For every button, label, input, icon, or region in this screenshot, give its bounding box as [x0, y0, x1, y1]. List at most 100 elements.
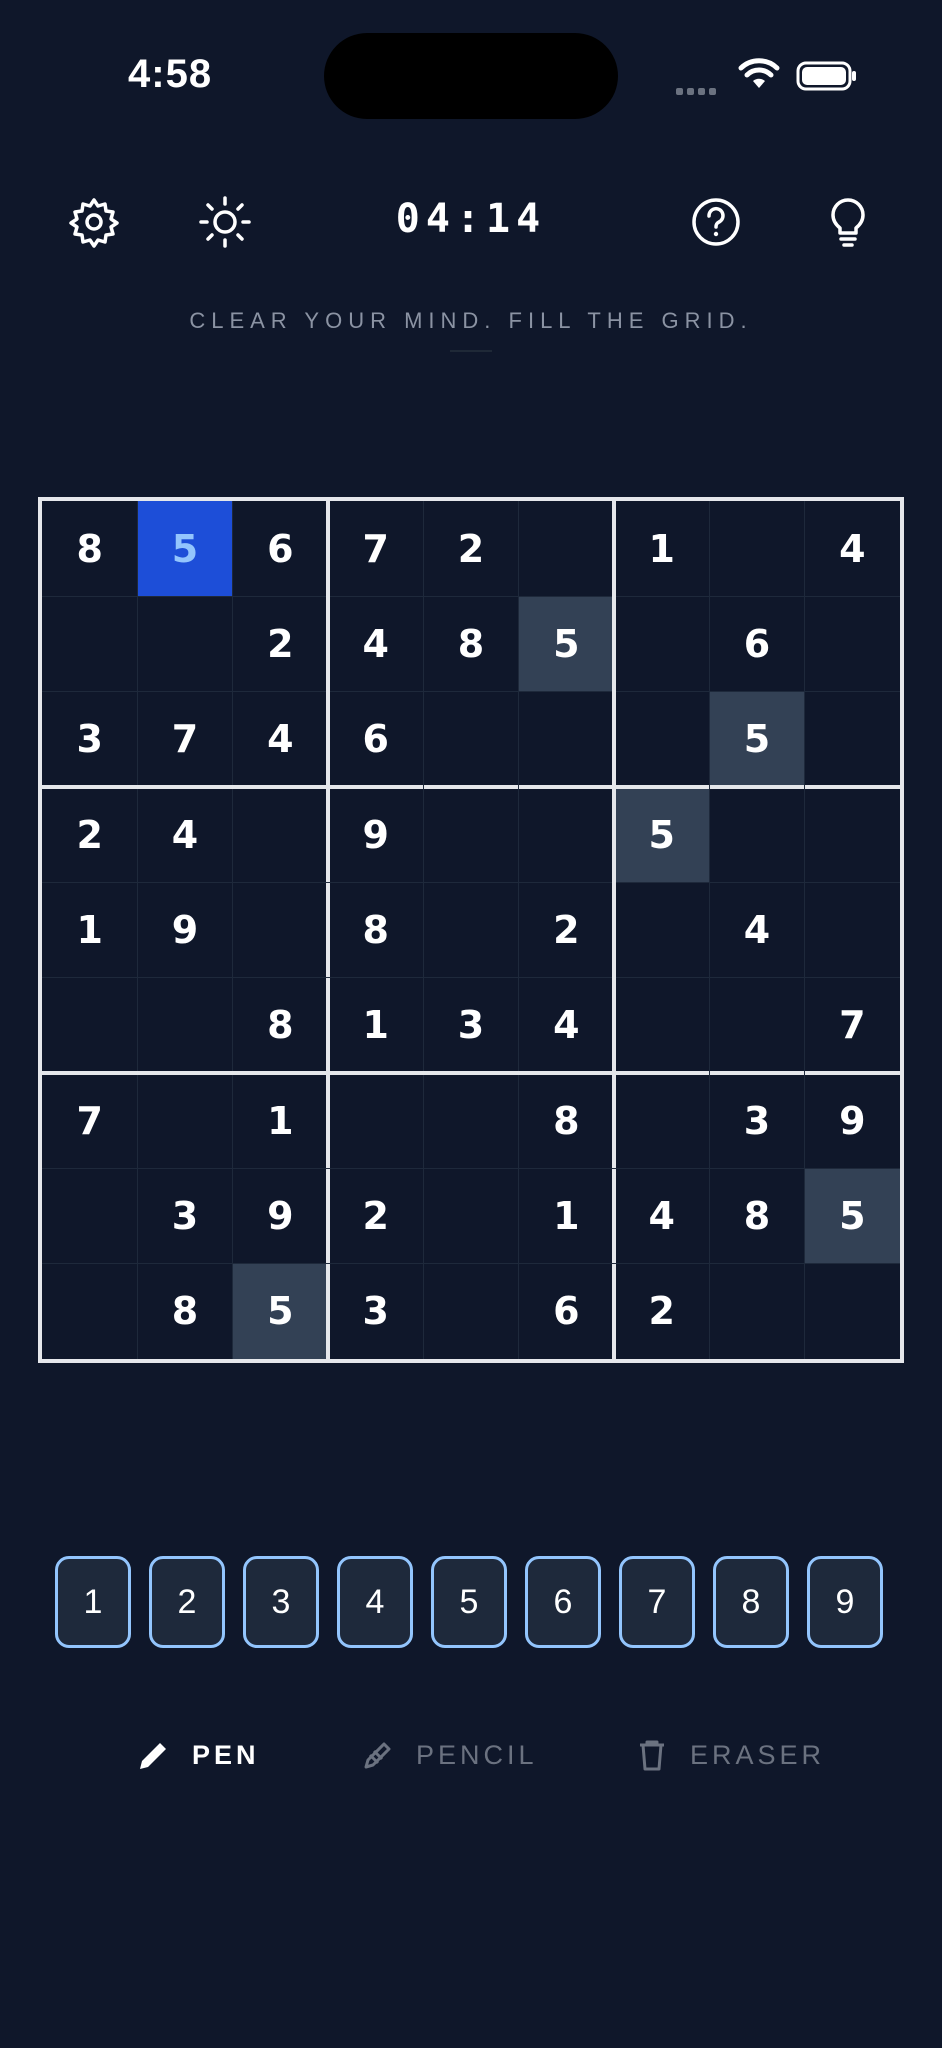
sudoku-cell-r3c3[interactable]: 4: [233, 692, 328, 787]
sudoku-cell-r7c1[interactable]: 7: [42, 1073, 137, 1168]
sudoku-cell-r7c5[interactable]: [423, 1073, 518, 1168]
sudoku-cell-r2c4[interactable]: 4: [328, 596, 423, 691]
eraser-tool-label: ERASER: [690, 1739, 826, 1770]
sudoku-cell-r1c3[interactable]: 6: [233, 501, 328, 596]
sudoku-cell-r8c8[interactable]: 8: [709, 1168, 804, 1263]
sudoku-cell-r1c1[interactable]: 8: [42, 501, 137, 596]
sudoku-cell-r2c9[interactable]: [805, 596, 900, 691]
sudoku-cell-r7c4[interactable]: [328, 1073, 423, 1168]
number-button-9[interactable]: 9: [807, 1556, 883, 1648]
sudoku-cell-r3c5[interactable]: [423, 692, 518, 787]
sudoku-cell-r5c9[interactable]: [805, 882, 900, 977]
pencil-tool-button[interactable]: PENCIL: [360, 1730, 538, 1780]
sudoku-cell-r5c6[interactable]: 2: [519, 882, 614, 977]
sudoku-cell-r6c7[interactable]: [614, 978, 709, 1073]
sudoku-cell-r4c8[interactable]: [709, 787, 804, 882]
sudoku-cell-r2c2[interactable]: [137, 596, 232, 691]
sudoku-cell-r9c8[interactable]: [709, 1264, 804, 1359]
number-button-8[interactable]: 8: [713, 1556, 789, 1648]
sudoku-cell-r3c8[interactable]: 5: [709, 691, 805, 787]
sudoku-cell-r4c5[interactable]: [423, 787, 518, 882]
sudoku-cell-r5c2[interactable]: 9: [137, 882, 232, 977]
sudoku-cell-r4c9[interactable]: [805, 787, 900, 882]
sudoku-cell-r5c7[interactable]: [614, 882, 709, 977]
sudoku-cell-r4c4[interactable]: 9: [328, 787, 423, 882]
sudoku-cell-r4c1[interactable]: 2: [42, 787, 137, 882]
grid-line-horizontal: [42, 881, 900, 883]
sudoku-cell-r6c3[interactable]: 8: [233, 978, 328, 1073]
sudoku-cell-r6c9[interactable]: 7: [805, 978, 900, 1073]
sudoku-cell-r9c2[interactable]: 8: [137, 1264, 232, 1359]
sudoku-cell-r2c3[interactable]: 2: [233, 596, 328, 691]
sudoku-cell-r2c7[interactable]: [614, 596, 709, 691]
sudoku-cell-r3c9[interactable]: [805, 692, 900, 787]
sudoku-cell-r5c1[interactable]: 1: [42, 882, 137, 977]
sudoku-cell-r5c4[interactable]: 8: [328, 882, 423, 977]
sudoku-cell-r1c9[interactable]: 4: [805, 501, 900, 596]
sudoku-cell-r8c1[interactable]: [42, 1168, 137, 1263]
sudoku-cell-r1c7[interactable]: 1: [614, 501, 709, 596]
sudoku-cell-r2c5[interactable]: 8: [423, 596, 518, 691]
sudoku-cell-r7c7[interactable]: [614, 1073, 709, 1168]
number-button-4[interactable]: 4: [337, 1556, 413, 1648]
sudoku-cell-r2c8[interactable]: 6: [709, 596, 804, 691]
sudoku-cell-r8c2[interactable]: 3: [137, 1168, 232, 1263]
eraser-tool-button[interactable]: ERASER: [634, 1730, 825, 1780]
sudoku-cell-r8c9[interactable]: 5: [804, 1168, 900, 1264]
sudoku-cell-r7c2[interactable]: [137, 1073, 232, 1168]
sudoku-cell-r5c5[interactable]: [423, 882, 518, 977]
sudoku-cell-r9c6[interactable]: 6: [519, 1264, 614, 1359]
number-button-2[interactable]: 2: [149, 1556, 225, 1648]
sudoku-cell-r4c3[interactable]: [233, 787, 328, 882]
sudoku-cell-r9c5[interactable]: [423, 1264, 518, 1359]
sudoku-cell-r3c7[interactable]: [614, 692, 709, 787]
lightbulb-icon[interactable]: [820, 194, 876, 250]
sudoku-cell-r4c7[interactable]: 5: [614, 787, 710, 883]
number-button-3[interactable]: 3: [243, 1556, 319, 1648]
grid-line-horizontal: [42, 1263, 900, 1265]
sudoku-cell-r5c3[interactable]: [233, 882, 328, 977]
sudoku-cell-r9c9[interactable]: [805, 1264, 900, 1359]
sudoku-cell-r6c5[interactable]: 3: [423, 978, 518, 1073]
sudoku-cell-r8c3[interactable]: 9: [233, 1168, 328, 1263]
sudoku-cell-r1c8[interactable]: [709, 501, 804, 596]
sudoku-cell-r1c4[interactable]: 7: [328, 501, 423, 596]
sudoku-cell-r2c1[interactable]: [42, 596, 137, 691]
number-button-6[interactable]: 6: [525, 1556, 601, 1648]
number-button-7[interactable]: 7: [619, 1556, 695, 1648]
sudoku-cell-r3c1[interactable]: 3: [42, 692, 137, 787]
number-button-1[interactable]: 1: [55, 1556, 131, 1648]
sudoku-cell-r3c6[interactable]: [519, 692, 614, 787]
sudoku-cell-r8c7[interactable]: 4: [614, 1168, 709, 1263]
grid-line-vertical: [422, 501, 424, 1359]
sudoku-cell-r7c6[interactable]: 8: [519, 1073, 614, 1168]
sudoku-cell-r6c4[interactable]: 1: [328, 978, 423, 1073]
sudoku-cell-r6c2[interactable]: [137, 978, 232, 1073]
pen-tool-button[interactable]: PEN: [136, 1730, 260, 1780]
sudoku-cell-r9c7[interactable]: 2: [614, 1264, 709, 1359]
sudoku-cell-r9c3[interactable]: 5: [232, 1263, 328, 1359]
sudoku-cell-r9c4[interactable]: 3: [328, 1264, 423, 1359]
sudoku-cell-r7c8[interactable]: 3: [709, 1073, 804, 1168]
sudoku-cell-r5c8[interactable]: 4: [709, 882, 804, 977]
sudoku-cell-r6c6[interactable]: 4: [519, 978, 614, 1073]
number-button-5[interactable]: 5: [431, 1556, 507, 1648]
sudoku-cell-r4c6[interactable]: [519, 787, 614, 882]
wifi-icon: [738, 58, 780, 88]
sudoku-cell-r6c8[interactable]: [709, 978, 804, 1073]
sudoku-cell-r9c1[interactable]: [42, 1264, 137, 1359]
sudoku-cell-r6c1[interactable]: [42, 978, 137, 1073]
sudoku-cell-r7c9[interactable]: 9: [805, 1073, 900, 1168]
sudoku-cell-r1c2[interactable]: 5: [137, 501, 233, 597]
sudoku-cell-r4c2[interactable]: 4: [137, 787, 232, 882]
sudoku-cell-r8c4[interactable]: 2: [328, 1168, 423, 1263]
sudoku-cell-r3c2[interactable]: 7: [137, 692, 232, 787]
sudoku-cell-r1c5[interactable]: 2: [423, 501, 518, 596]
sudoku-cell-r7c3[interactable]: 1: [233, 1073, 328, 1168]
sudoku-cell-r1c6[interactable]: [519, 501, 614, 596]
help-icon[interactable]: [688, 194, 744, 250]
sudoku-cell-r3c4[interactable]: 6: [328, 692, 423, 787]
sudoku-cell-r2c6[interactable]: 5: [518, 596, 614, 692]
sudoku-cell-r8c5[interactable]: [423, 1168, 518, 1263]
sudoku-cell-r8c6[interactable]: 1: [519, 1168, 614, 1263]
